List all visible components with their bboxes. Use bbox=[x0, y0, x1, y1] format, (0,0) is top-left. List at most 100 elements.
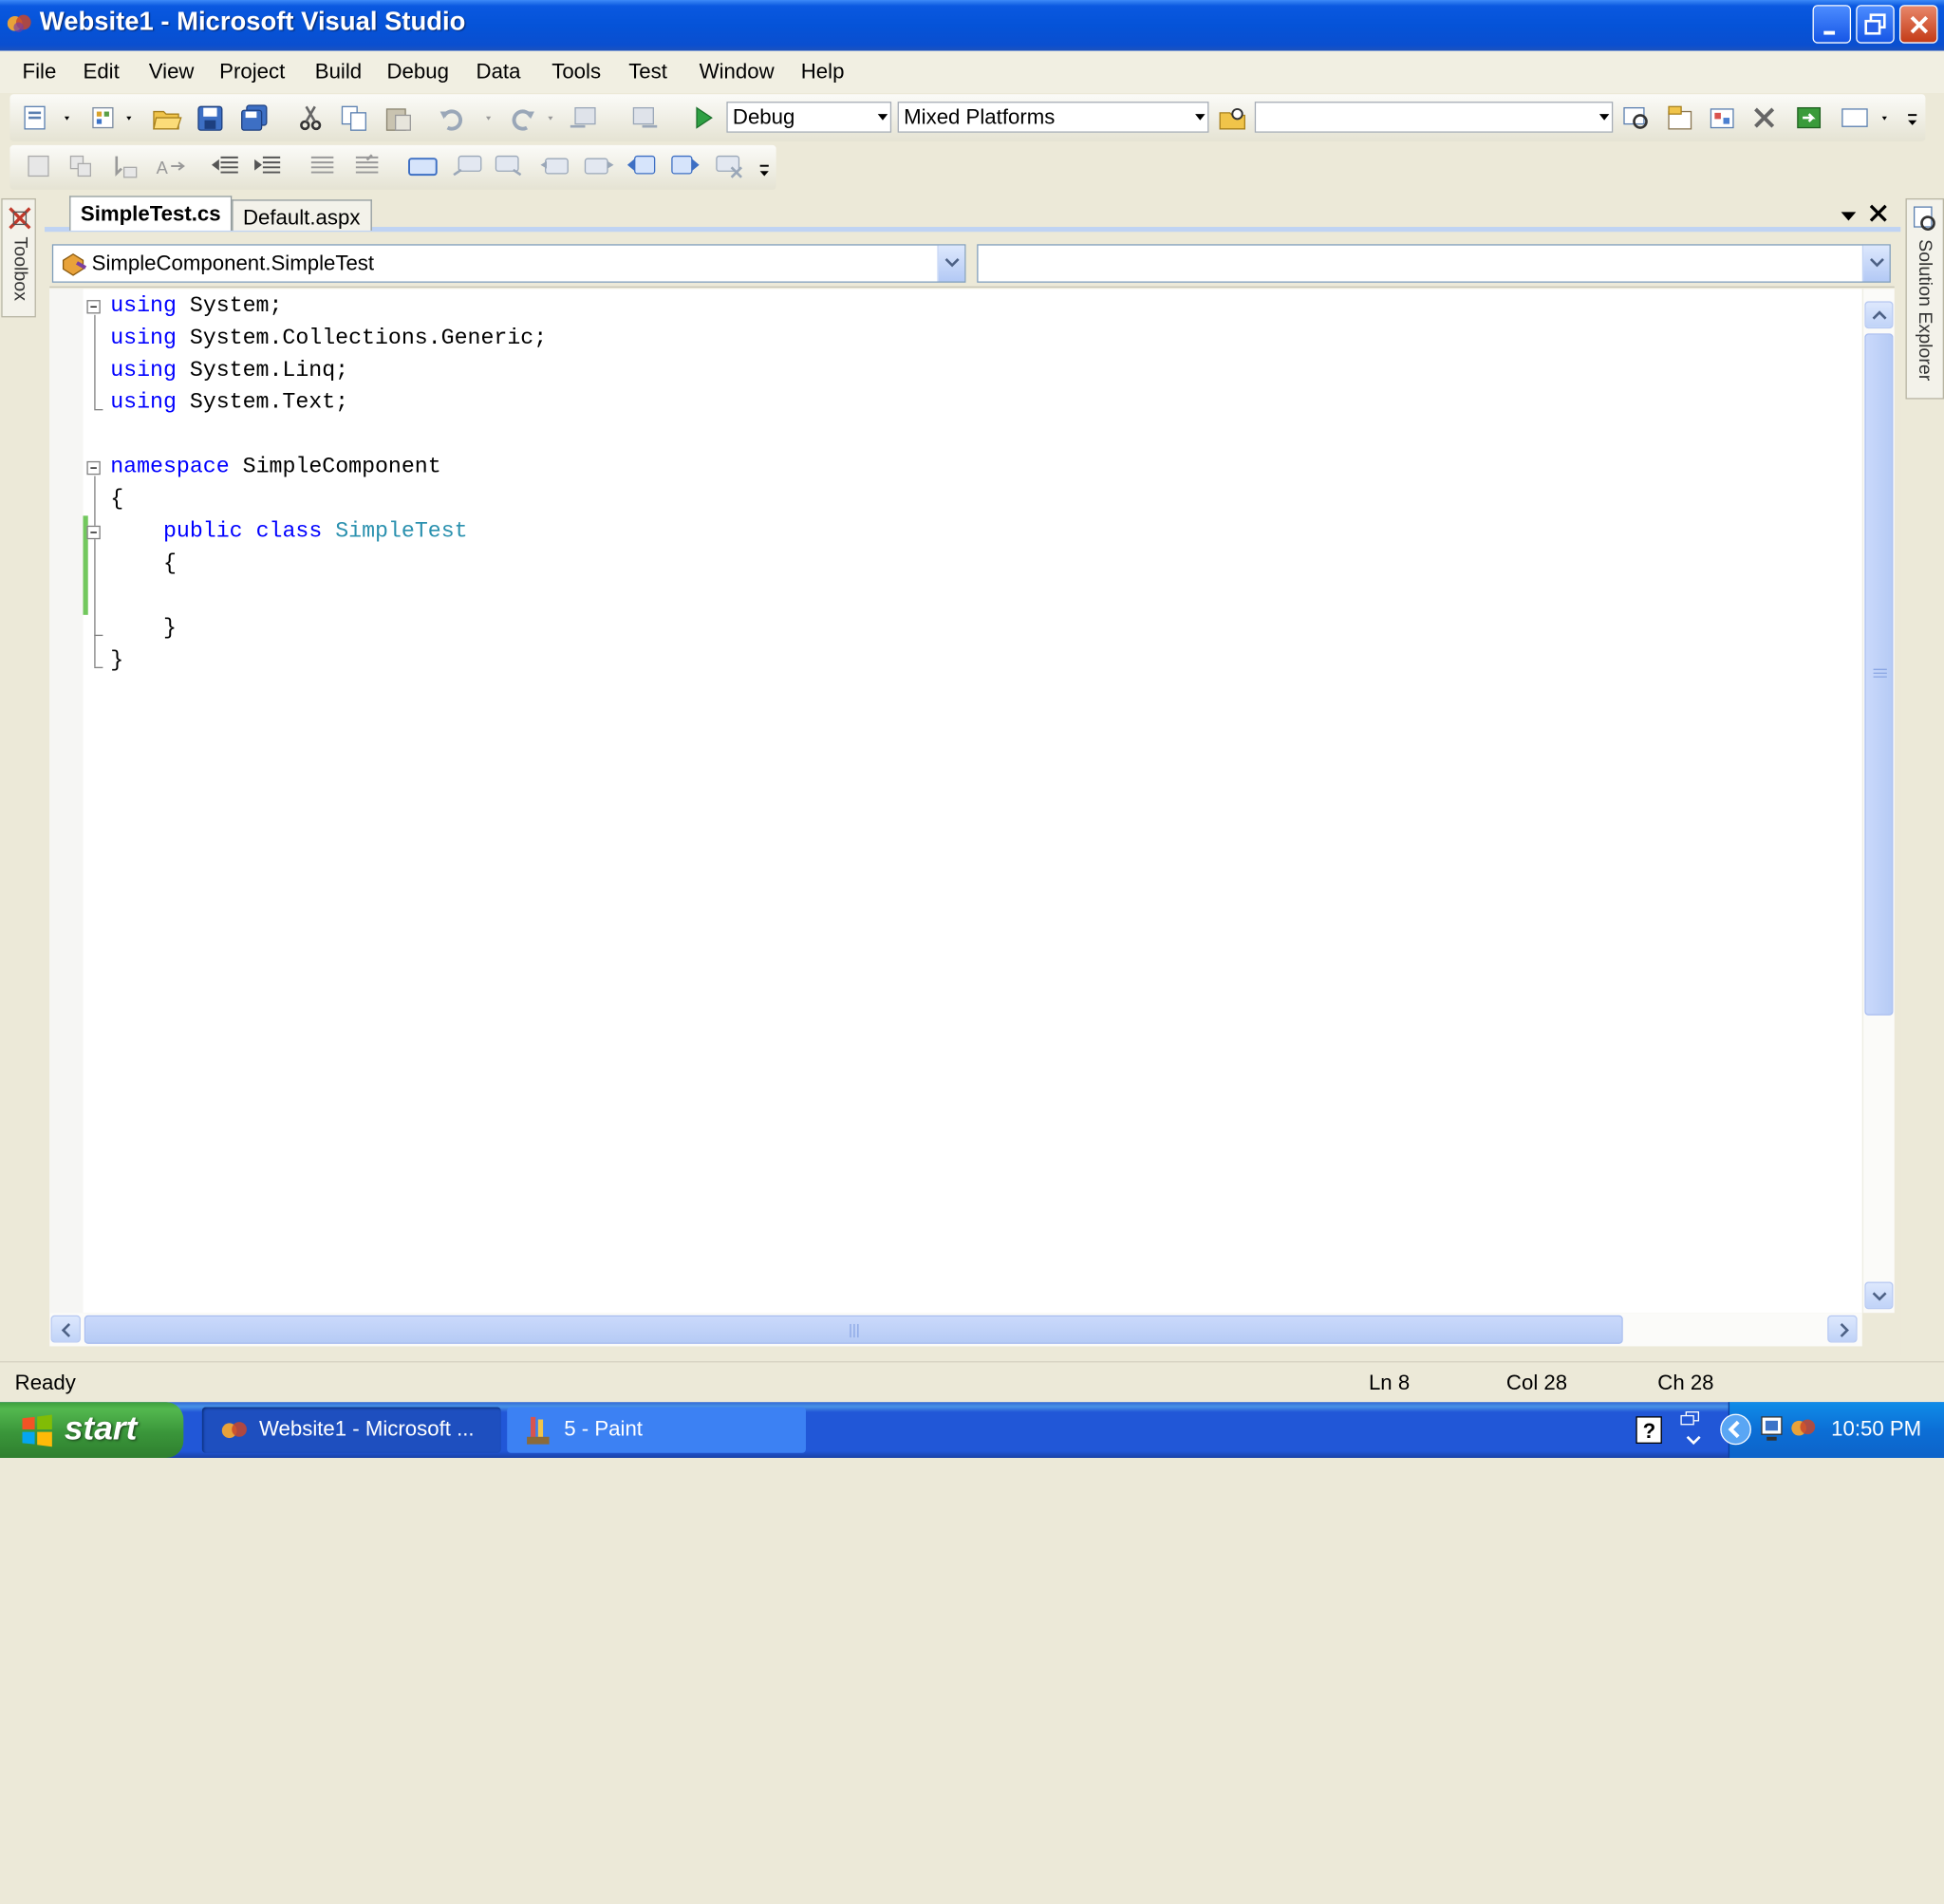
previous-bookmark-in-document-icon[interactable] bbox=[625, 153, 657, 180]
types-dropdown-button[interactable] bbox=[937, 245, 965, 282]
solution-platform-dropdown[interactable]: Mixed Platforms bbox=[897, 102, 1209, 133]
uncomment-lines-icon[interactable] bbox=[352, 153, 382, 180]
menu-data[interactable]: Data bbox=[477, 60, 521, 84]
next-bookmark-in-folder-icon[interactable] bbox=[583, 153, 615, 180]
monitor-tray-icon[interactable] bbox=[1759, 1414, 1786, 1444]
scroll-down-button[interactable] bbox=[1864, 1281, 1894, 1310]
display-word-completion-icon[interactable]: A bbox=[154, 153, 189, 180]
command-window-icon[interactable] bbox=[1840, 104, 1894, 132]
paste-icon[interactable] bbox=[384, 104, 414, 132]
vertical-scrollbar[interactable] bbox=[1861, 289, 1895, 1314]
tab-simpletest-cs[interactable]: SimpleTest.cs bbox=[69, 196, 233, 231]
minimize-button[interactable] bbox=[1812, 5, 1852, 44]
chevron-right-icon bbox=[1840, 1323, 1849, 1337]
toggle-bookmark-icon[interactable] bbox=[406, 153, 439, 180]
find-in-files-icon[interactable] bbox=[1218, 104, 1250, 132]
vertical-scroll-thumb[interactable] bbox=[1864, 333, 1894, 1016]
collapse-namespace-icon[interactable] bbox=[86, 460, 101, 476]
paint-icon bbox=[527, 1416, 550, 1445]
new-project-icon[interactable] bbox=[23, 104, 72, 132]
menu-build[interactable]: Build bbox=[315, 60, 362, 84]
class-icon bbox=[62, 252, 87, 276]
toolbox-tab[interactable]: Toolbox bbox=[1, 197, 36, 318]
chevron-left-icon[interactable] bbox=[1718, 1412, 1753, 1447]
taskbar-item-paint[interactable]: 5 - Paint bbox=[507, 1407, 806, 1453]
start-page-icon[interactable] bbox=[1795, 104, 1824, 132]
decrease-indent-icon[interactable] bbox=[211, 153, 243, 180]
next-bookmark-icon[interactable] bbox=[494, 153, 526, 180]
menu-window[interactable]: Window bbox=[700, 60, 775, 84]
add-item-icon[interactable] bbox=[89, 104, 139, 132]
menu-file[interactable]: File bbox=[23, 60, 57, 84]
copy-icon[interactable] bbox=[340, 104, 369, 132]
grip-icon bbox=[1873, 668, 1887, 678]
taskbar-item-visual-studio[interactable]: Website1 - Microsoft ... bbox=[201, 1407, 501, 1453]
solution-explorer-tab[interactable]: Solution Explorer bbox=[1905, 197, 1944, 400]
save-all-icon[interactable] bbox=[240, 104, 272, 132]
active-files-dropdown-icon[interactable] bbox=[1839, 206, 1859, 226]
open-file-icon[interactable] bbox=[151, 104, 183, 132]
restore-button[interactable] bbox=[1856, 5, 1895, 44]
navigate-forward-icon[interactable] bbox=[630, 104, 665, 132]
find-combo[interactable] bbox=[1254, 102, 1614, 133]
menu-bar: File Edit View Project Build Debug Data … bbox=[0, 50, 1944, 93]
horizontal-scrollbar[interactable] bbox=[49, 1313, 1862, 1347]
next-bookmark-in-document-icon[interactable] bbox=[669, 153, 701, 180]
menu-test[interactable]: Test bbox=[628, 60, 667, 84]
solution-configuration-dropdown[interactable]: Debug bbox=[726, 102, 892, 133]
clear-bookmarks-icon[interactable] bbox=[714, 153, 746, 180]
collapse-class-icon[interactable] bbox=[86, 525, 101, 540]
close-button[interactable] bbox=[1898, 5, 1938, 44]
object-browser-icon[interactable] bbox=[1709, 104, 1738, 132]
menu-project[interactable]: Project bbox=[219, 60, 285, 84]
undo-icon[interactable] bbox=[439, 104, 498, 132]
members-dropdown[interactable] bbox=[977, 244, 1891, 283]
scroll-left-button[interactable] bbox=[50, 1315, 81, 1343]
menu-view[interactable]: View bbox=[149, 60, 195, 84]
navigate-backward-icon[interactable] bbox=[568, 104, 603, 132]
code-line-4: using System.Text; bbox=[110, 390, 349, 416]
types-dropdown[interactable]: SimpleComponent.SimpleTest bbox=[51, 244, 966, 283]
code-line-3: using System.Linq; bbox=[110, 358, 349, 383]
scroll-right-button[interactable] bbox=[1827, 1315, 1858, 1343]
cut-icon[interactable] bbox=[297, 104, 325, 132]
previous-bookmark-in-folder-icon[interactable] bbox=[538, 153, 570, 180]
start-debugging-icon[interactable] bbox=[689, 104, 717, 132]
menu-edit[interactable]: Edit bbox=[84, 60, 120, 84]
visual-studio-tray-icon[interactable] bbox=[1789, 1414, 1819, 1442]
code-editor[interactable] bbox=[49, 289, 1862, 1314]
window-title: Website1 - Microsoft Visual Studio bbox=[39, 7, 466, 36]
title-bar[interactable]: Website1 - Microsoft Visual Studio bbox=[0, 0, 1944, 51]
collapse-using-block-icon[interactable] bbox=[86, 300, 101, 314]
display-quick-info-icon[interactable] bbox=[112, 153, 141, 180]
members-dropdown-button[interactable] bbox=[1861, 245, 1890, 282]
start-button[interactable]: start bbox=[0, 1402, 184, 1458]
comment-lines-icon[interactable] bbox=[308, 153, 337, 180]
solution-explorer-icon[interactable] bbox=[1621, 104, 1651, 132]
tab-default-aspx[interactable]: Default.aspx bbox=[232, 199, 372, 231]
menu-debug[interactable]: Debug bbox=[387, 60, 449, 84]
save-icon[interactable] bbox=[196, 104, 225, 132]
help-icon[interactable]: ? bbox=[1636, 1416, 1663, 1446]
toolbar-overflow-icon[interactable] bbox=[1907, 112, 1919, 132]
status-line: Ln 8 bbox=[1368, 1371, 1411, 1395]
menu-tools[interactable]: Tools bbox=[551, 60, 601, 84]
menu-help[interactable]: Help bbox=[801, 60, 845, 84]
display-parameter-info-icon[interactable] bbox=[67, 153, 97, 180]
horizontal-scroll-thumb[interactable] bbox=[84, 1315, 1623, 1344]
network-tray-icon[interactable] bbox=[1676, 1409, 1709, 1449]
chevron-up-icon bbox=[1872, 310, 1887, 320]
toolbox-icon[interactable] bbox=[1750, 104, 1780, 132]
increase-indent-icon[interactable] bbox=[252, 153, 285, 180]
system-tray: 10:50 PM bbox=[1720, 1402, 1944, 1458]
properties-window-icon[interactable] bbox=[1666, 104, 1695, 132]
close-document-icon[interactable] bbox=[1867, 202, 1890, 225]
display-object-member-list-icon[interactable] bbox=[25, 153, 54, 180]
scroll-up-button[interactable] bbox=[1864, 301, 1894, 329]
visual-studio-icon bbox=[221, 1422, 247, 1439]
toolbar-overflow-icon[interactable] bbox=[758, 162, 771, 182]
chevron-down-icon bbox=[877, 114, 888, 121]
chevron-down-icon bbox=[1870, 258, 1884, 268]
previous-bookmark-icon[interactable] bbox=[451, 153, 483, 180]
redo-icon[interactable] bbox=[506, 104, 566, 132]
